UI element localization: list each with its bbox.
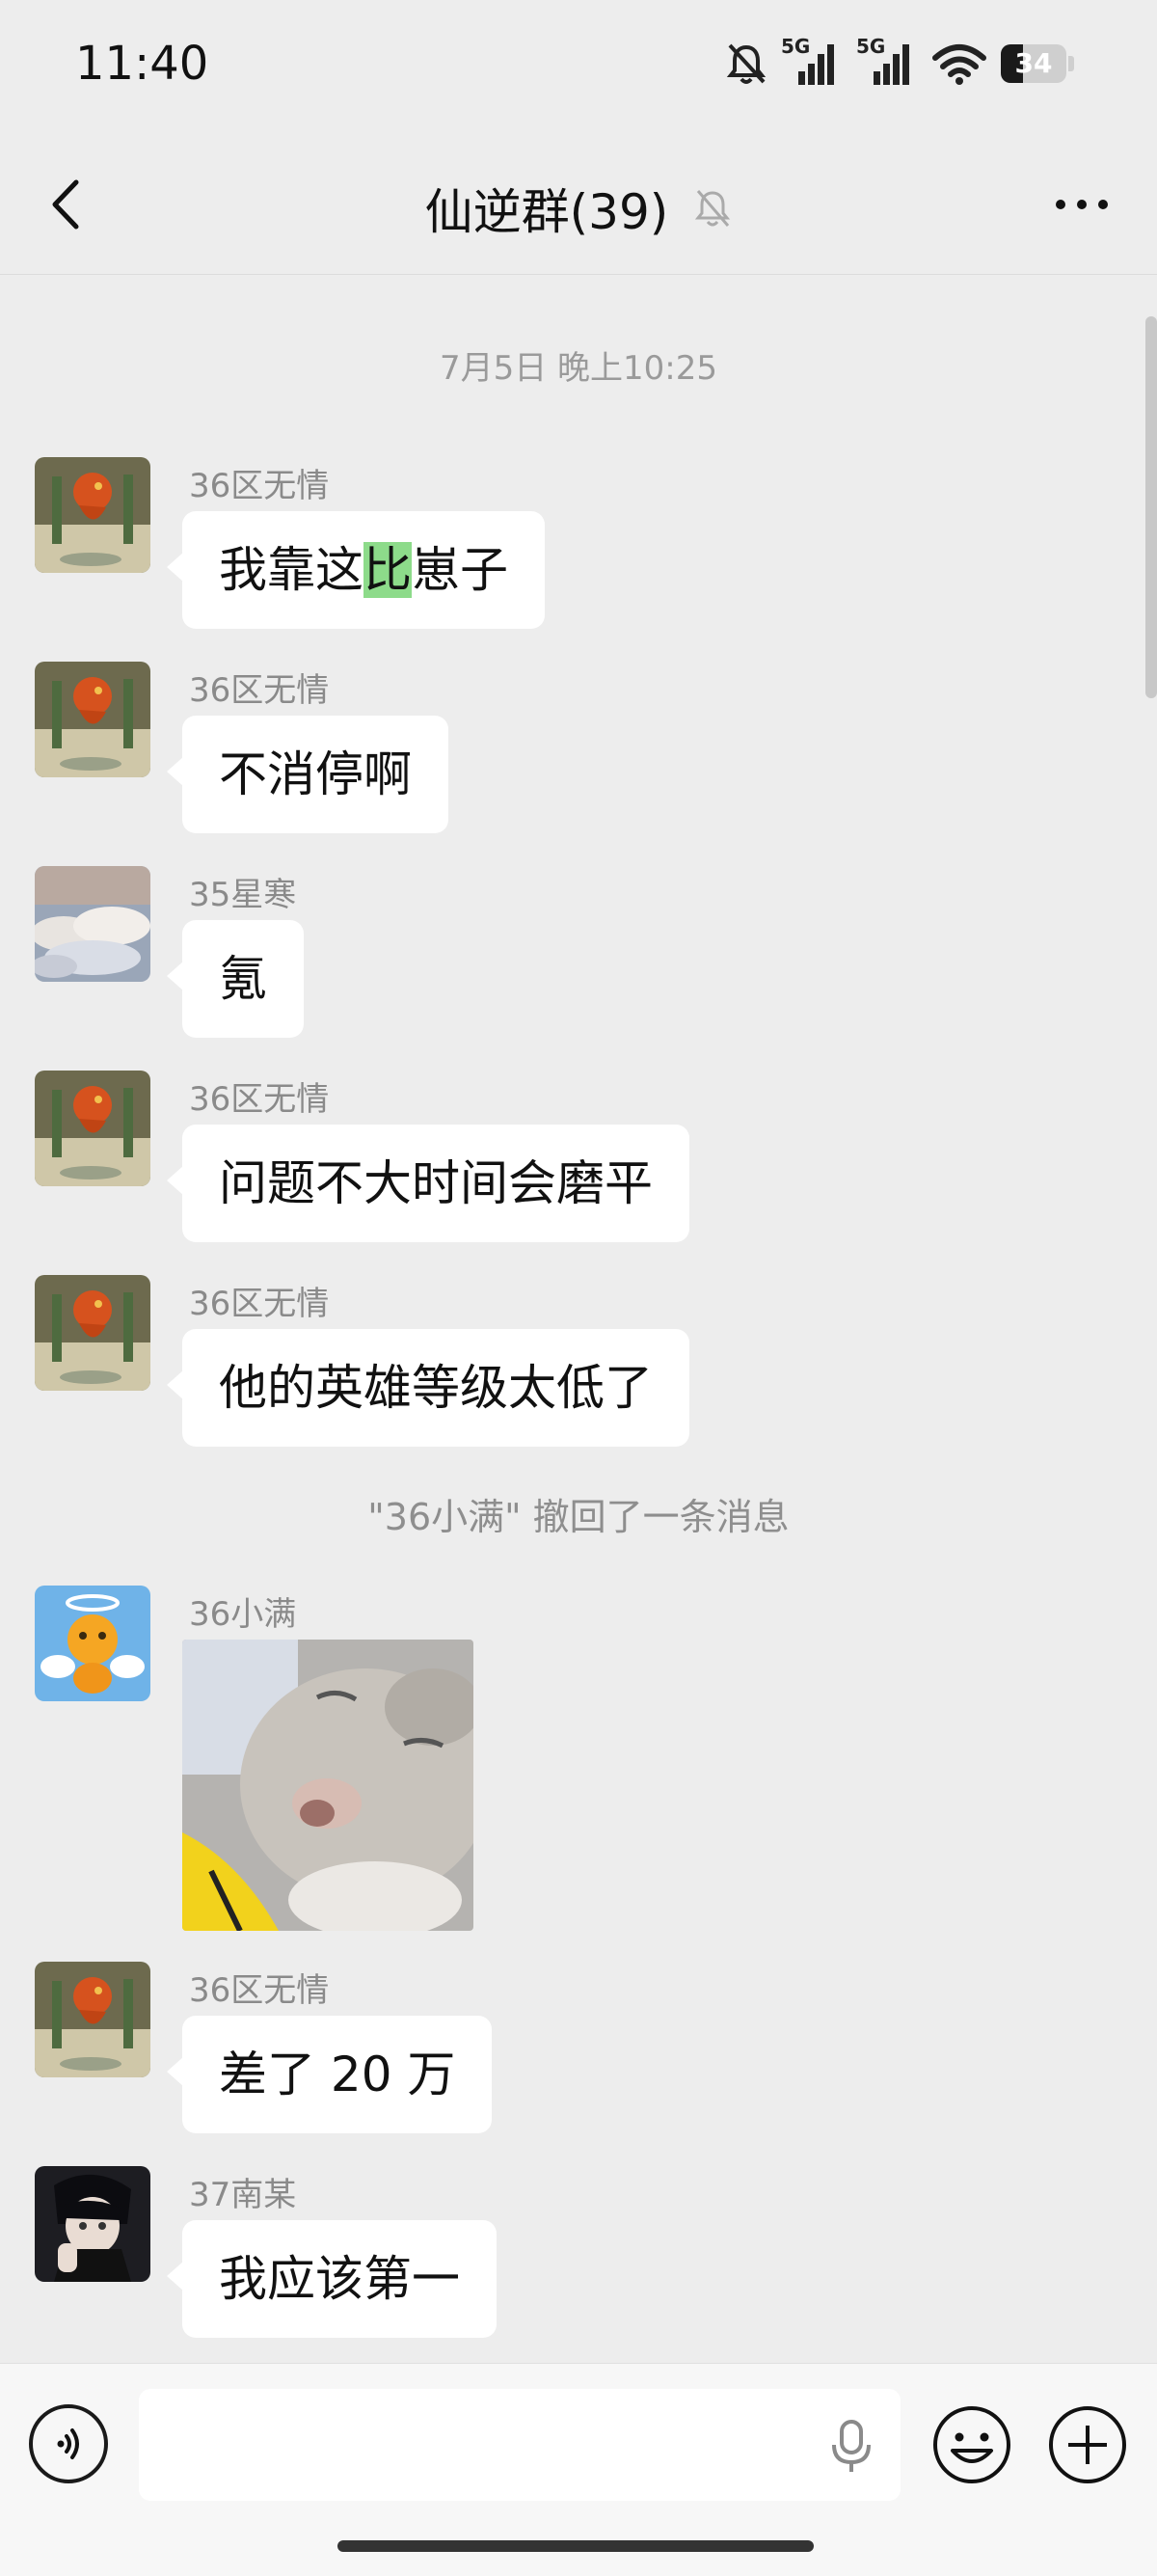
- signal-2: 5G: [856, 35, 918, 87]
- message-bubble[interactable]: 不消停啊: [167, 716, 448, 833]
- sender-name: 36区无情: [189, 671, 330, 710]
- sender-name: 37南某: [189, 2176, 297, 2214]
- message-bubble[interactable]: 差了 20 万: [166, 2016, 493, 2133]
- chat-header: 仙逆群(39): [0, 135, 1157, 275]
- avatar-dragon-icon: [35, 1962, 150, 2077]
- bell-muted-icon: [726, 43, 767, 84]
- battery-text: 34: [1014, 47, 1053, 79]
- signal-icon: [798, 44, 834, 85]
- avatar[interactable]: [35, 1962, 150, 2077]
- chat-timestamp: 7月5日 晚上10:25: [439, 349, 718, 388]
- avatar-clouds-icon: [35, 866, 150, 982]
- message-bubble[interactable]: 氪: [167, 920, 304, 1038]
- microphone-icon[interactable]: [827, 2418, 875, 2476]
- home-indicator[interactable]: [337, 2540, 814, 2552]
- cat-photo-icon: [182, 1640, 473, 1931]
- message-bubble[interactable]: 我应该第一: [167, 2220, 497, 2338]
- wifi-icon: [932, 44, 986, 85]
- avatar-dragon-icon: [35, 1275, 150, 1391]
- battery-cap: [1068, 56, 1074, 71]
- message-bubble[interactable]: 他的英雄等级太低了: [167, 1329, 689, 1447]
- avatar-dragon-icon: [35, 457, 150, 573]
- avatar-dragon-icon: [35, 662, 150, 777]
- emoji-icon[interactable]: [931, 2404, 1012, 2485]
- more-horizontal-icon: [1056, 200, 1108, 209]
- avatar[interactable]: [35, 1275, 150, 1391]
- message-text: 崽子: [412, 542, 508, 598]
- chat-area[interactable]: 7月5日 晚上10:25 36区无情 我靠这比崽子 36区无情 不消停啊 35星…: [0, 276, 1157, 2359]
- chat-title: 仙逆群(39): [424, 184, 669, 240]
- message-text: 我靠这: [219, 542, 363, 598]
- avatar[interactable]: [35, 1071, 150, 1186]
- more-button[interactable]: [1043, 177, 1120, 231]
- signal-1: 5G: [781, 35, 843, 87]
- recall-notice: "36小满" 撤回了一条消息: [367, 1496, 790, 1538]
- battery-icon: 34: [1001, 44, 1066, 83]
- voice-icon: [57, 2428, 79, 2459]
- sender-name: 36区无情: [189, 1285, 330, 1323]
- bell-muted-icon: [695, 190, 731, 227]
- sender-name: 35星寒: [189, 876, 297, 914]
- message-bubble[interactable]: 问题不大时间会磨平: [167, 1125, 689, 1242]
- signal-icon: [874, 44, 909, 85]
- avatar-anime-boy-icon: [35, 2166, 150, 2282]
- avatar[interactable]: [35, 662, 150, 777]
- message-bubble[interactable]: 我靠这比崽子: [167, 511, 545, 629]
- status-time: 11:40: [75, 37, 209, 91]
- avatar-angel-bear-icon: [35, 1586, 150, 1701]
- status-icons: 5G 5G 34: [725, 35, 1074, 89]
- avatar-dragon-icon: [35, 1071, 150, 1186]
- sender-name: 36区无情: [189, 1971, 330, 2010]
- avatar[interactable]: [35, 2166, 150, 2282]
- avatar[interactable]: [35, 457, 150, 573]
- sender-name: 36小满: [189, 1595, 297, 1634]
- voice-button[interactable]: [29, 2404, 108, 2483]
- status-bar: 11:40 5G 5G 34: [0, 0, 1157, 135]
- highlighted-text: 比: [363, 542, 412, 598]
- sender-name: 36区无情: [189, 1080, 330, 1119]
- image-message[interactable]: [182, 1640, 473, 1931]
- avatar[interactable]: [35, 1586, 150, 1701]
- plus-icon[interactable]: [1047, 2404, 1128, 2485]
- avatar[interactable]: [35, 866, 150, 982]
- title-wrap: 仙逆群(39): [0, 174, 1157, 243]
- message-input[interactable]: [139, 2389, 901, 2501]
- sender-name: 36区无情: [189, 467, 330, 505]
